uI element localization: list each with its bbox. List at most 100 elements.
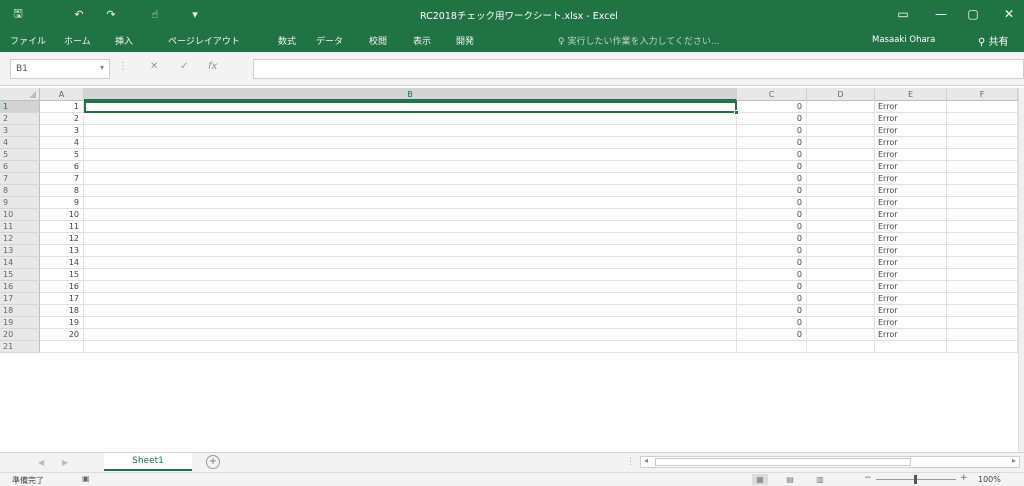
cell-e[interactable]: Error [875, 101, 947, 113]
cell-c[interactable]: 0 [737, 137, 807, 149]
row-header[interactable]: 14 [0, 257, 40, 269]
row-header[interactable]: 13 [0, 245, 40, 257]
cell-e[interactable]: Error [875, 293, 947, 305]
undo-icon[interactable]: ↶ [72, 6, 86, 22]
cell-b[interactable] [84, 257, 737, 269]
cell-d[interactable] [807, 101, 875, 113]
row-header[interactable]: 12 [0, 233, 40, 245]
cell-d[interactable] [807, 257, 875, 269]
add-sheet-icon[interactable]: + [206, 455, 220, 469]
maximize-icon[interactable]: ▢ [962, 4, 984, 24]
next-sheet-icon[interactable]: ▶ [62, 458, 68, 467]
cell-e[interactable]: Error [875, 329, 947, 341]
formula-bar-splitter[interactable]: ⋮ [118, 61, 128, 72]
cell-f[interactable] [947, 305, 1018, 317]
cell-c[interactable]: 0 [737, 293, 807, 305]
cell-d[interactable] [807, 221, 875, 233]
enter-icon[interactable]: ✓ [180, 61, 188, 72]
cell-a[interactable]: 10 [40, 209, 84, 221]
cell-d[interactable] [807, 185, 875, 197]
cell-d[interactable] [807, 293, 875, 305]
cell-e[interactable]: Error [875, 269, 947, 281]
scroll-left-icon[interactable]: ◂ [644, 456, 648, 465]
cell-b[interactable] [84, 221, 737, 233]
cell-a[interactable]: 5 [40, 149, 84, 161]
cell-f[interactable] [947, 197, 1018, 209]
cell-f[interactable] [947, 209, 1018, 221]
cell-c[interactable] [737, 341, 807, 353]
previous-sheet-icon[interactable]: ◀ [38, 458, 44, 467]
cell-e[interactable]: Error [875, 149, 947, 161]
cell-b[interactable] [84, 161, 737, 173]
row-header[interactable]: 1 [0, 101, 40, 113]
vertical-scrollbar[interactable] [1018, 88, 1024, 452]
tab-file[interactable]: ファイル [10, 34, 46, 47]
cell-c[interactable]: 0 [737, 329, 807, 341]
cell-c[interactable]: 0 [737, 233, 807, 245]
ribbon-display-icon[interactable]: ▭ [892, 4, 914, 24]
zoom-slider-thumb[interactable] [914, 475, 917, 484]
cell-a[interactable]: 9 [40, 197, 84, 209]
formula-input[interactable] [253, 59, 1024, 79]
cell-b[interactable] [84, 341, 737, 353]
cell-a[interactable]: 4 [40, 137, 84, 149]
cell-f[interactable] [947, 341, 1018, 353]
row-header[interactable]: 10 [0, 209, 40, 221]
row-header[interactable]: 3 [0, 125, 40, 137]
save-icon[interactable]: 🖫 [10, 6, 26, 22]
cell-b[interactable] [84, 245, 737, 257]
cell-f[interactable] [947, 101, 1018, 113]
tab-insert[interactable]: 挿入 [115, 34, 133, 47]
cell-a[interactable]: 17 [40, 293, 84, 305]
cell-e[interactable]: Error [875, 185, 947, 197]
cell-b[interactable] [84, 317, 737, 329]
row-header[interactable]: 7 [0, 173, 40, 185]
cell-c[interactable]: 0 [737, 173, 807, 185]
cancel-icon[interactable]: ✕ [150, 61, 158, 72]
cell-a[interactable]: 18 [40, 305, 84, 317]
cell-d[interactable] [807, 149, 875, 161]
cell-f[interactable] [947, 125, 1018, 137]
cell-c[interactable]: 0 [737, 317, 807, 329]
cell-c[interactable]: 0 [737, 125, 807, 137]
cell-b[interactable] [84, 329, 737, 341]
column-header-a[interactable]: A [40, 88, 84, 101]
row-header[interactable]: 19 [0, 317, 40, 329]
cell-f[interactable] [947, 281, 1018, 293]
cell-e[interactable]: Error [875, 161, 947, 173]
cell-d[interactable] [807, 233, 875, 245]
cell-d[interactable] [807, 269, 875, 281]
cell-e[interactable]: Error [875, 137, 947, 149]
cell-f[interactable] [947, 245, 1018, 257]
cell-a[interactable]: 7 [40, 173, 84, 185]
worksheet-grid[interactable]: A B C D E F 1 1 0 Error 2 2 0 Error 3 3 0 Error 4 4 0 E… [0, 88, 1024, 452]
scroll-right-icon[interactable]: ▸ [1012, 456, 1016, 465]
share-button[interactable]: ⚲ 共有 [978, 33, 1009, 48]
cell-b[interactable] [84, 149, 737, 161]
cell-d[interactable] [807, 209, 875, 221]
cell-b[interactable] [84, 233, 737, 245]
name-box[interactable]: B1 ▾ [10, 59, 110, 79]
cell-a[interactable] [40, 341, 84, 353]
column-header-b[interactable]: B [84, 88, 737, 101]
cell-d[interactable] [807, 329, 875, 341]
row-header[interactable]: 15 [0, 269, 40, 281]
cell-d[interactable] [807, 137, 875, 149]
cell-d[interactable] [807, 281, 875, 293]
tab-splitter[interactable]: ⋮ [626, 457, 635, 467]
normal-view-icon[interactable]: ▦ [752, 474, 768, 485]
tab-review[interactable]: 校閲 [369, 34, 387, 47]
row-header[interactable]: 20 [0, 329, 40, 341]
cell-e[interactable]: Error [875, 125, 947, 137]
zoom-level[interactable]: 100% [978, 475, 1001, 484]
cell-f[interactable] [947, 329, 1018, 341]
cell-e[interactable]: Error [875, 173, 947, 185]
cell-f[interactable] [947, 233, 1018, 245]
cell-c[interactable]: 0 [737, 221, 807, 233]
cell-e[interactable] [875, 341, 947, 353]
cell-d[interactable] [807, 245, 875, 257]
cell-c[interactable]: 0 [737, 113, 807, 125]
cell-c[interactable]: 0 [737, 101, 807, 113]
cell-a[interactable]: 14 [40, 257, 84, 269]
cell-a[interactable]: 13 [40, 245, 84, 257]
